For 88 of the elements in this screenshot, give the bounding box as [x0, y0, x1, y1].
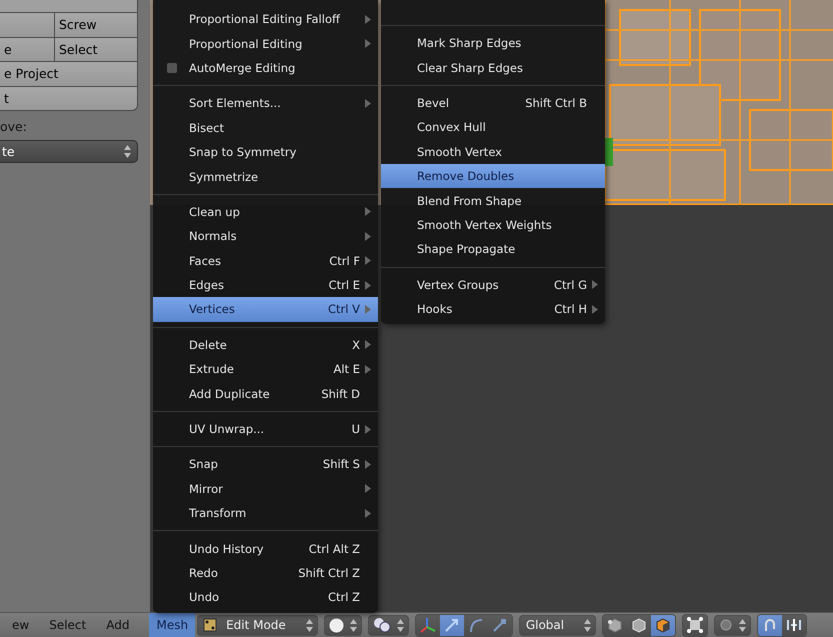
- menu-item[interactable]: Symmetrize: [153, 164, 378, 189]
- checkbox[interactable]: [167, 62, 177, 73]
- menu-item[interactable]: Snap Shift S: [153, 452, 378, 477]
- arc-icon: [468, 617, 484, 633]
- submenu-arrow-icon: [592, 280, 598, 290]
- dropdown[interactable]: [714, 614, 752, 636]
- field-label: ove:: [0, 119, 28, 136]
- submenu-arrow-icon: [365, 484, 371, 494]
- dropdown[interactable]: [368, 614, 409, 636]
- menu-item[interactable]: Redo Shift Ctrl Z: [153, 560, 378, 586]
- tool-button[interactable]: Screw: [55, 13, 138, 38]
- up-down-arrows-icon: [350, 618, 357, 632]
- dropdown[interactable]: Edit Mode: [197, 614, 318, 636]
- menu-item[interactable]: Clear Sharp Edges: [381, 55, 605, 80]
- scale-icon: [492, 617, 508, 633]
- toggle-button[interactable]: [651, 614, 676, 636]
- menu-item[interactable]: Bisect: [153, 116, 378, 140]
- submenu-arrow-icon: [365, 232, 371, 241]
- menu-item[interactable]: Mark Sharp Edges: [381, 31, 605, 56]
- menu-item[interactable]: Smooth Vertex: [381, 140, 605, 164]
- submenu-arrow-icon: [365, 340, 371, 350]
- menu-item[interactable]: Clean up: [153, 200, 378, 224]
- tool-button[interactable]: [0, 0, 138, 13]
- toggle-button[interactable]: [440, 614, 464, 636]
- menu-item[interactable]: Proportional Editing: [153, 31, 378, 56]
- snap-icon: [786, 617, 802, 633]
- menu-button[interactable]: Add: [106, 613, 130, 637]
- submenu-arrow-icon: [365, 207, 371, 216]
- toggle-button[interactable]: [416, 614, 440, 636]
- menu-item[interactable]: Convex Hull: [381, 115, 605, 140]
- toggle-button[interactable]: [782, 614, 806, 636]
- menu-button[interactable]: ew: [12, 613, 30, 637]
- menu-item[interactable]: Undo Ctrl Z: [153, 585, 378, 610]
- circles-icon: [372, 617, 391, 633]
- submenu-arrow-icon: [365, 304, 371, 314]
- menu-item[interactable]: Sort Elements...: [153, 91, 378, 116]
- menu-item[interactable]: Vertices Ctrl V: [153, 297, 378, 322]
- tool-button[interactable]: [0, 13, 55, 38]
- menu-item[interactable]: Undo History Ctrl Alt Z: [153, 536, 378, 561]
- menu-item[interactable]: Blend From Shape: [381, 188, 605, 213]
- menu-item[interactable]: Extrude Alt E: [153, 357, 378, 382]
- dropdown[interactable]: [324, 614, 362, 636]
- submenu-arrow-icon: [365, 98, 371, 108]
- menu-item[interactable]: Mirror: [153, 476, 378, 502]
- submenu-arrow-icon: [365, 508, 371, 518]
- submenu-arrow-icon: [365, 14, 371, 24]
- toggle-button[interactable]: [758, 614, 782, 636]
- menu-item[interactable]: Snap to Symmetry: [153, 140, 378, 164]
- up-down-arrows-icon: [306, 618, 313, 632]
- menu-item[interactable]: Remove Doubles: [381, 164, 605, 188]
- menu-item[interactable]: Proportional Editing Falloff: [153, 7, 378, 32]
- circle-icon: [719, 618, 734, 632]
- dropdown[interactable]: te: [0, 140, 138, 163]
- menu-item[interactable]: Bevel Shift Ctrl B: [381, 90, 605, 116]
- up-down-arrows-icon: [584, 618, 592, 632]
- menu-item[interactable]: Delete X: [153, 332, 378, 358]
- menu-item[interactable]: UV Unwrap... U: [153, 416, 378, 442]
- up-down-arrows-icon: [124, 145, 131, 158]
- submenu-arrow-icon: [365, 280, 371, 290]
- axes-icon: [418, 616, 437, 634]
- menu-item[interactable]: Shape Propagate: [381, 237, 605, 262]
- submenu-arrow-icon: [592, 304, 598, 314]
- menu-item[interactable]: Edges Ctrl E: [153, 272, 378, 298]
- arrow-icon: [444, 617, 460, 633]
- submenu-arrow-icon: [365, 364, 371, 374]
- dropdown[interactable]: Global: [518, 614, 596, 636]
- tool-button[interactable]: e Project: [0, 62, 138, 86]
- submenu-arrow-icon: [365, 424, 371, 434]
- menu-item[interactable]: Smooth Vertex Weights: [381, 212, 605, 238]
- tool-button[interactable]: Select: [55, 38, 138, 62]
- submenu-arrow-icon: [365, 256, 371, 266]
- menu-item[interactable]: AutoMerge Editing: [153, 56, 378, 80]
- menu-item[interactable]: Transform: [153, 501, 378, 526]
- menu-button[interactable]: Mesh: [149, 613, 196, 637]
- dotted-square-icon: [686, 616, 704, 634]
- up-down-arrows-icon: [396, 618, 404, 632]
- menu-item[interactable]: Faces Ctrl F: [153, 248, 378, 273]
- menu-item[interactable]: Hooks Ctrl H: [381, 296, 605, 322]
- up-down-arrows-icon: [739, 618, 746, 632]
- submenu-arrow-icon: [365, 39, 371, 48]
- menu-item[interactable]: Normals: [153, 224, 378, 249]
- sphere-icon: [328, 618, 344, 632]
- menu-item[interactable]: Vertex Groups Ctrl G: [381, 272, 605, 297]
- menu-item[interactable]: Add Duplicate Shift D: [153, 381, 378, 406]
- submenu-arrow-icon: [365, 460, 371, 469]
- menu-button[interactable]: Select: [49, 613, 86, 637]
- tool-button[interactable]: t: [0, 86, 138, 111]
- tool-button[interactable]: e: [0, 38, 55, 62]
